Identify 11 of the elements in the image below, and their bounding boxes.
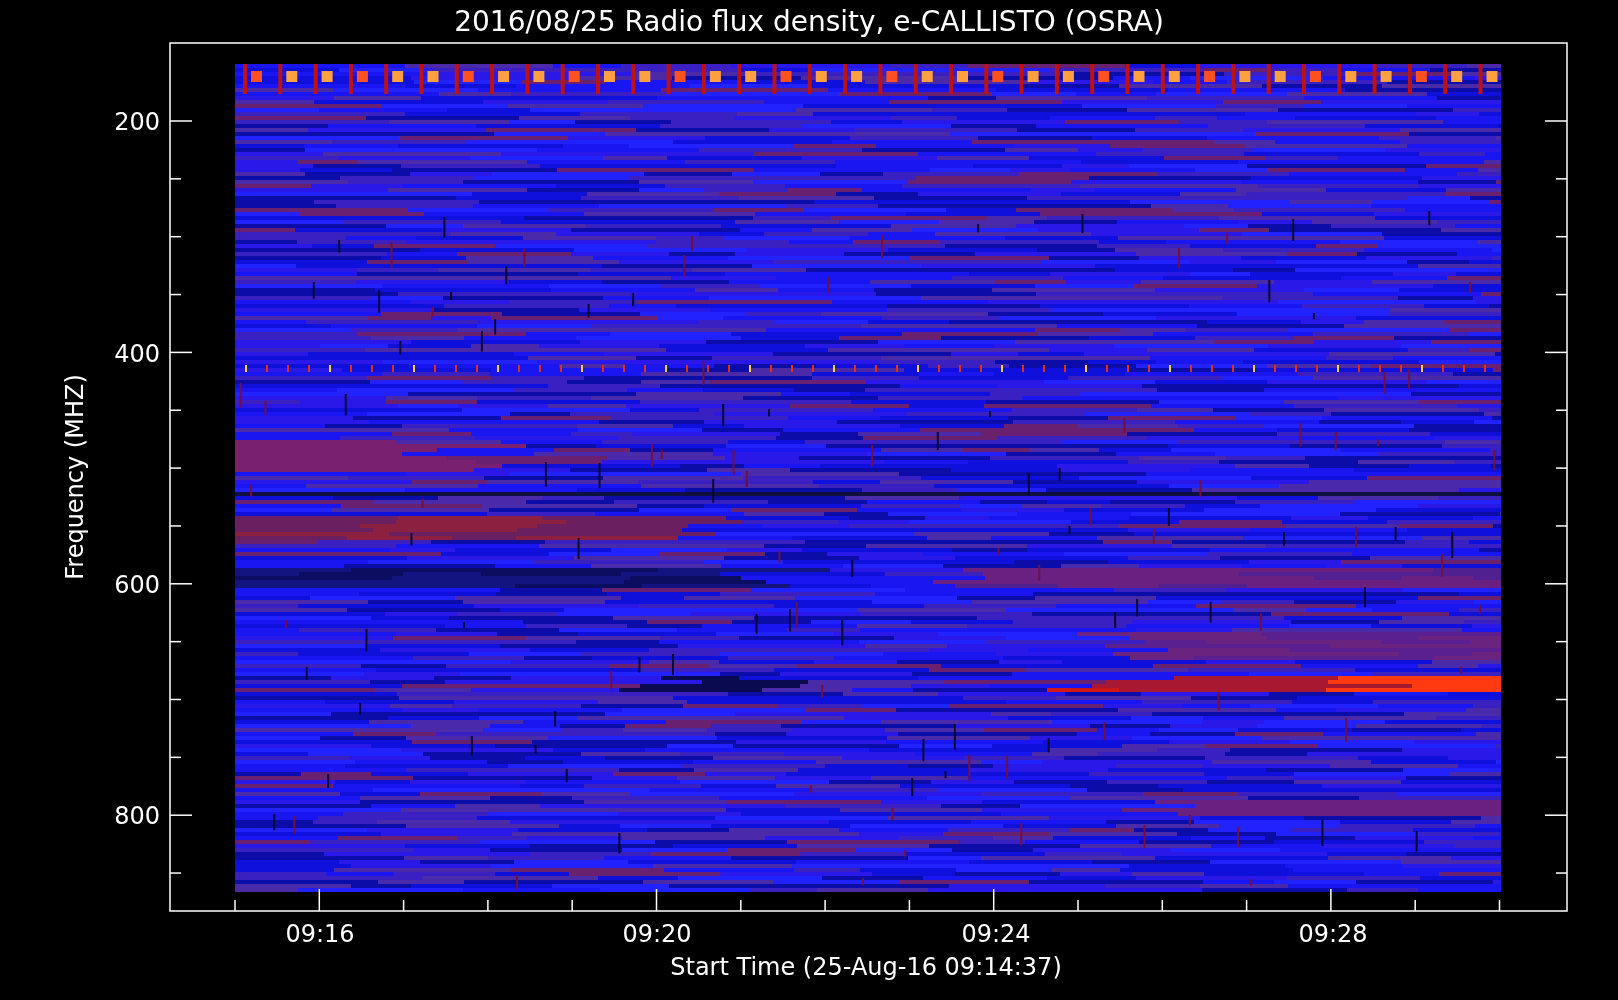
tick-label: 200	[114, 108, 160, 136]
tick-label: 800	[114, 802, 160, 830]
axis-label: Start Time (25-Aug-16 09:14:37)	[670, 953, 1062, 981]
tick-label: 400	[114, 340, 160, 368]
chart-title: 2016/08/25 Radio flux density, e-CALLISTO (OSRA)	[454, 5, 1164, 38]
tick-label: 600	[114, 571, 160, 599]
tick-label: 09:16	[285, 920, 355, 948]
tick-label: 09:24	[961, 920, 1031, 948]
tick-label: 09:28	[1298, 920, 1368, 948]
axis-label: Frequency (MHZ)	[61, 374, 89, 580]
tick-label: 09:20	[622, 920, 692, 948]
